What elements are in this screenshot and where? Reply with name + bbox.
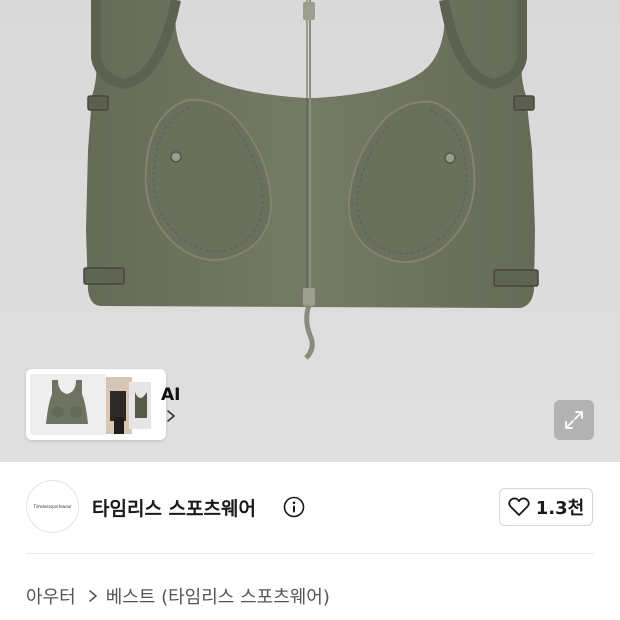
chevron-right-icon <box>88 590 97 602</box>
brand-name[interactable]: 타임리스 스포츠웨어 <box>92 494 256 521</box>
heart-icon <box>508 497 530 516</box>
brand-logo[interactable]: Timelesssportswear <box>26 480 79 533</box>
breadcrumb: 아우터 베스트 (타임리스 스포츠웨어) <box>26 584 330 608</box>
breadcrumb-item-outer[interactable]: 아우터 <box>26 583 76 609</box>
like-button[interactable]: 1.3천 <box>499 488 593 526</box>
divider <box>26 553 594 554</box>
brand-row: Timelesssportswear 타임리스 스포츠웨어 1.3천 <box>0 480 620 536</box>
ai-thumbnail-vest <box>30 374 107 435</box>
ai-thumbnail-vest-small <box>129 382 151 429</box>
chevron-right-icon <box>167 410 175 422</box>
breadcrumb-item-vest[interactable]: 베스트 (타임리스 스포츠웨어) <box>106 583 330 609</box>
product-image-gallery[interactable]: AI <box>0 0 620 462</box>
ai-similar-items-card[interactable]: AI <box>26 369 180 440</box>
info-icon[interactable] <box>283 496 305 518</box>
ai-label: AI <box>161 385 181 405</box>
expand-icon <box>565 411 583 429</box>
brand-logo-text: Timelesssportswear <box>33 504 72 509</box>
expand-image-button[interactable] <box>554 400 594 440</box>
like-count: 1.3천 <box>535 498 585 519</box>
